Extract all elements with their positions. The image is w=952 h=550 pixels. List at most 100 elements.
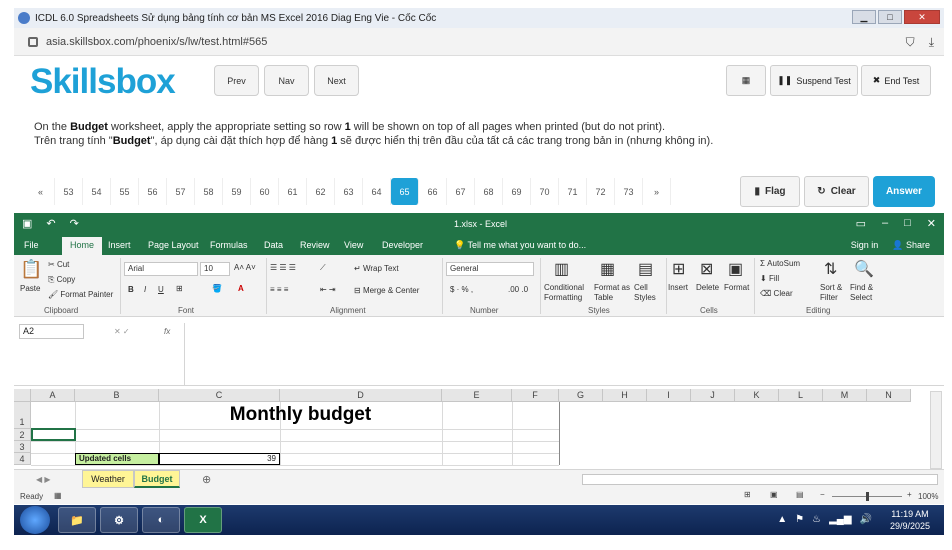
excel-taskbar-icon[interactable]: X (184, 507, 222, 533)
excel-close-icon[interactable]: ✕ (927, 217, 936, 230)
grow-font-icon[interactable]: A˄ A˅ (234, 263, 256, 272)
ribbon-tab-page-layout[interactable]: Page Layout (148, 240, 199, 250)
download-icon[interactable]: ⤓ (929, 35, 934, 50)
row-header-2[interactable]: 2 (14, 429, 31, 441)
pager-page-64[interactable]: 64 (363, 178, 391, 205)
column-header-a[interactable]: A (31, 389, 75, 402)
close-button[interactable]: ✕ (904, 10, 940, 24)
format-as-table-button[interactable]: Format as Table (594, 283, 634, 303)
app-icon[interactable]: ⚙ (100, 507, 138, 533)
fill-button[interactable]: ⬇ Fill (760, 274, 779, 283)
font-name-select[interactable]: Arial (124, 262, 198, 276)
nav-button[interactable]: Nav (264, 65, 309, 96)
clear-button[interactable]: ↻ Clear (804, 176, 869, 207)
align-top-icon[interactable]: ☰ ☰ ☰ (270, 263, 296, 272)
page-break-view-icon[interactable]: ▤ (796, 490, 804, 499)
column-header-f[interactable]: F (512, 389, 559, 402)
cell-c4[interactable]: 39 (159, 453, 280, 465)
align-left-icon[interactable]: ≡ ≡ ≡ (270, 285, 288, 294)
cell-styles-icon[interactable]: ▤ (638, 259, 653, 279)
currency-icon[interactable]: $ · % , (450, 285, 473, 294)
add-sheet-icon[interactable]: ⊕ (202, 473, 211, 486)
maximize-button[interactable]: □ (878, 10, 902, 24)
formula-input[interactable] (184, 323, 929, 385)
find-select-icon[interactable]: 🔍 (854, 259, 874, 279)
column-header-l[interactable]: L (779, 389, 823, 402)
column-header-b[interactable]: B (75, 389, 159, 402)
insert-cells-button[interactable]: Insert (668, 283, 688, 292)
delete-cells-icon[interactable]: ⊠ (700, 259, 713, 279)
column-header-g[interactable]: G (559, 389, 603, 402)
tray-app-icon[interactable]: ⚑ (795, 514, 804, 525)
orientation-icon[interactable]: ⟋ (320, 263, 326, 273)
zoom-in-icon[interactable]: + (907, 490, 912, 499)
conditional-formatting-button[interactable]: Conditional Formatting (544, 283, 592, 303)
redo-icon[interactable]: ↷ (70, 217, 79, 230)
network-icon[interactable]: ▂▄▆ (829, 514, 851, 525)
share-button[interactable]: 👤 Share (892, 240, 930, 251)
tell-me-box[interactable]: 💡 Tell me what you want to do... (454, 240, 586, 251)
ribbon-tab-view[interactable]: View (344, 240, 363, 250)
pager-page-71[interactable]: 71 (559, 178, 587, 205)
indent-icon[interactable]: ⇤ ⇥ (320, 285, 336, 294)
bold-button[interactable]: B (128, 285, 134, 294)
column-header-n[interactable]: N (867, 389, 911, 402)
calculator-button[interactable]: ▦ (726, 65, 766, 96)
sheet-nav-arrows-icon[interactable]: ◀ ▶ (36, 475, 51, 484)
format-cells-button[interactable]: Format (724, 283, 749, 292)
paste-button[interactable]: Paste (20, 284, 40, 293)
selected-cell-a2[interactable] (31, 428, 76, 441)
flag-button[interactable]: ▮ Flag (740, 176, 800, 207)
save-icon[interactable]: ▣ (22, 217, 32, 230)
pager-page-72[interactable]: 72 (587, 178, 615, 205)
prev-button[interactable]: Prev (214, 65, 259, 96)
ribbon-tab-formulas[interactable]: Formulas (210, 240, 248, 250)
sort-filter-icon[interactable]: ⇅ (824, 259, 837, 279)
pager-page-66[interactable]: 66 (419, 178, 447, 205)
fx-icon[interactable]: fx (164, 327, 170, 336)
pager-page-65[interactable]: 65 (391, 178, 419, 205)
column-header-k[interactable]: K (735, 389, 779, 402)
row-header-4[interactable]: 4 (14, 453, 31, 465)
italic-button[interactable]: I (144, 285, 146, 294)
clear-ribbon-button[interactable]: ⌫ Clear (760, 289, 793, 298)
autosum-button[interactable]: Σ AutoSum (760, 259, 800, 268)
ribbon-tab-file[interactable]: File (24, 240, 39, 250)
cut-button[interactable]: ✂ Cut (48, 260, 69, 269)
ribbon-tab-insert[interactable]: Insert (108, 240, 131, 250)
answer-button[interactable]: Answer (873, 176, 935, 207)
name-box[interactable]: A2 (19, 324, 84, 339)
ribbon-tab-developer[interactable]: Developer (382, 240, 423, 250)
cell-c1-title[interactable]: Monthly budget (159, 404, 442, 426)
decimal-icon[interactable]: .00 .0 (508, 285, 528, 294)
zoom-out-icon[interactable]: − (820, 490, 825, 499)
delete-cells-button[interactable]: Delete (696, 283, 719, 292)
column-header-j[interactable]: J (691, 389, 735, 402)
horizontal-scrollbar[interactable] (582, 474, 938, 485)
formula-cancel-icon[interactable]: ✕ ✓ (114, 327, 130, 336)
file-explorer-icon[interactable]: 📁 (58, 507, 96, 533)
number-format-select[interactable]: General (446, 262, 534, 276)
pager-page-56[interactable]: 56 (139, 178, 167, 205)
pager-page-63[interactable]: 63 (335, 178, 363, 205)
sheet-tab-weather[interactable]: Weather (82, 470, 134, 488)
pager-page-54[interactable]: 54 (83, 178, 111, 205)
volume-icon[interactable]: 🔊 (860, 514, 872, 525)
pager-page-69[interactable]: 69 (503, 178, 531, 205)
excel-maximize-icon[interactable]: □ (904, 217, 911, 230)
excel-minimize-icon[interactable]: – (882, 217, 888, 230)
normal-view-icon[interactable]: ⊞ (744, 490, 751, 499)
next-button[interactable]: Next (314, 65, 359, 96)
conditional-formatting-icon[interactable]: ▥ (554, 259, 569, 279)
pager-page-70[interactable]: 70 (531, 178, 559, 205)
borders-icon[interactable]: ⊞ (176, 284, 183, 293)
insert-cells-icon[interactable]: ⊞ (672, 259, 685, 279)
minimize-button[interactable]: ▁ (852, 10, 876, 24)
underline-button[interactable]: U (158, 285, 164, 294)
zoom-slider[interactable] (832, 492, 902, 501)
row-header-1[interactable]: 1 (14, 402, 31, 429)
pager-page-68[interactable]: 68 (475, 178, 503, 205)
vertical-scrollbar[interactable] (930, 391, 942, 469)
ribbon-tab-home[interactable]: Home (62, 237, 103, 255)
ribbon-display-icon[interactable]: ▭ (856, 217, 866, 230)
